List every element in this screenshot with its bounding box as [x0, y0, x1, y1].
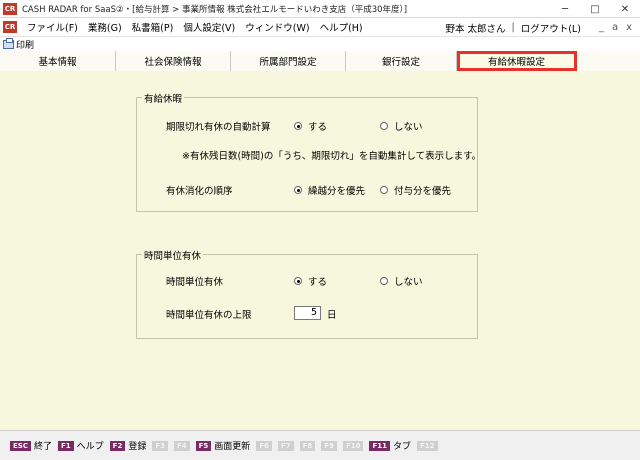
fkey-cap: F3: [152, 440, 168, 451]
tab-department-settings[interactable]: 所属部門設定: [231, 51, 346, 71]
auto-calc-label: 期限切れ有休の自動計算: [166, 122, 271, 133]
user-name: 野本 太郎さん: [445, 23, 506, 35]
toolbar: 印刷: [0, 37, 640, 51]
menu-file[interactable]: ファイル(F): [27, 20, 78, 34]
mdi-close-button[interactable]: x: [626, 22, 632, 33]
paid-leave-group-title: 有給休暇: [142, 91, 185, 105]
menu-separator: |: [511, 22, 515, 33]
paid-leave-group: 有給休暇 期限切れ有休の自動計算 する しない ※有休残日数(時間)の「うち、期…: [136, 91, 482, 212]
hourly-leave-group-title: 時間単位有休: [142, 248, 204, 262]
radio-checked-icon: [294, 186, 302, 194]
auto-calc-yes-label: する: [308, 122, 328, 133]
order-carryover-label: 繰越分を優先: [308, 186, 366, 197]
fkey-f2[interactable]: F2 登録: [109, 439, 147, 452]
fkey-label: 登録: [128, 442, 147, 452]
fkey-cap: F10: [342, 440, 364, 451]
app-logo-icon: CR: [3, 2, 17, 15]
print-label: 印刷: [16, 40, 35, 51]
fkey-label: 終了: [33, 442, 52, 452]
fkey-cap: F4: [173, 440, 190, 451]
fkey-cap: ESC: [10, 440, 31, 451]
radio-unchecked-icon: [380, 122, 388, 130]
tab-paid-leave-settings[interactable]: 有給休暇設定: [457, 51, 577, 71]
fkey-f8: F8: [299, 440, 316, 451]
radio-checked-icon: [294, 122, 302, 130]
hourly-limit-label: 時間単位有休の上限: [166, 310, 252, 321]
mdi-minimize-button[interactable]: _: [599, 22, 604, 33]
close-button[interactable]: ✕: [610, 0, 640, 18]
hourly-limit-input[interactable]: 5: [294, 306, 321, 320]
fkey-cap: F7: [277, 440, 294, 451]
tab-basic-info[interactable]: 基本情報: [0, 51, 116, 71]
minimize-button[interactable]: ─: [550, 0, 580, 18]
fkey-f5[interactable]: F5 画面更新: [195, 439, 251, 452]
menu-personal-settings[interactable]: 個人設定(V): [183, 20, 235, 34]
title-bar: CR CASH RADAR for SaaS②・[給与計算 > 事業所情報 株式…: [0, 0, 640, 18]
menu-bar: CR ファイル(F) 業務(G) 私書箱(P) 個人設定(V) ウィンドウ(W)…: [0, 18, 640, 37]
menu-mailbox[interactable]: 私書箱(P): [132, 20, 174, 34]
radio-unchecked-icon: [380, 277, 388, 285]
order-granted-label: 付与分を優先: [394, 186, 452, 197]
fkey-f7: F7: [277, 440, 294, 451]
tab-strip: 基本情報 社会保険情報 所属部門設定 銀行設定 有給休暇設定: [0, 51, 640, 71]
order-granted-radio[interactable]: 付与分を優先: [380, 183, 451, 197]
print-button[interactable]: 印刷: [0, 37, 35, 51]
mdi-restore-button[interactable]: a: [612, 22, 618, 33]
hourly-leave-group: 時間単位有休 時間単位有休 する しない 時間単位有休の上限 5 日: [136, 248, 478, 339]
hourly-yes-label: する: [308, 277, 328, 288]
fkey-f1[interactable]: F1 ヘルプ: [57, 439, 104, 452]
radio-unchecked-icon: [380, 186, 388, 194]
content-area: 有給休暇 期限切れ有休の自動計算 する しない ※有休残日数(時間)の「うち、期…: [0, 71, 640, 430]
menu-help[interactable]: ヘルプ(H): [320, 20, 363, 34]
auto-calc-no-radio[interactable]: しない: [380, 119, 423, 133]
auto-calc-note: ※有休残日数(時間)の「うち、期限切れ」を自動集計して表示します。: [182, 151, 482, 162]
fkey-f11[interactable]: F11 タブ: [369, 439, 411, 452]
restore-button[interactable]: □: [580, 0, 610, 18]
app-menu-icon[interactable]: CR: [3, 21, 17, 33]
fkey-cap: F2: [109, 440, 126, 451]
fkey-cap: F6: [256, 440, 272, 451]
function-key-bar: ESC 終了 F1 ヘルプ F2 登録 F3 F4 F5 画面更新 F6 F7 F8 F…: [0, 430, 640, 460]
fkey-label: タブ: [393, 442, 412, 452]
menu-right: 野本 太郎さん | ログアウト(L) _ a x: [445, 18, 632, 37]
consumption-order-label: 有休消化の順序: [166, 186, 233, 197]
tab-social-insurance[interactable]: 社会保険情報: [116, 51, 231, 71]
fkey-f4: F4: [173, 440, 190, 451]
tab-strip-filler: [577, 51, 640, 71]
fkey-label: 画面更新: [214, 442, 251, 452]
fkey-label: ヘルプ: [76, 442, 104, 452]
fkey-f12: F12: [417, 440, 438, 451]
tab-bank-settings[interactable]: 銀行設定: [346, 51, 457, 71]
radio-checked-icon: [294, 277, 302, 285]
fkey-cap: F8: [299, 440, 316, 451]
hourly-yes-radio[interactable]: する: [294, 274, 327, 288]
fkey-esc[interactable]: ESC 終了: [10, 439, 52, 452]
fkey-cap: F9: [321, 440, 337, 451]
fkey-cap: F1: [57, 440, 74, 451]
window-title: CASH RADAR for SaaS②・[給与計算 > 事業所情報 株式会社エ…: [22, 4, 408, 15]
fkey-cap: F11: [369, 440, 390, 451]
fkey-cap: F12: [417, 440, 438, 451]
auto-calc-no-label: しない: [394, 122, 423, 133]
logout-button[interactable]: ログアウト(L): [521, 21, 581, 35]
fkey-cap: F5: [195, 440, 212, 451]
window-controls: ─ □ ✕: [550, 0, 640, 18]
menu-business[interactable]: 業務(G): [88, 20, 122, 34]
fkey-f10: F10: [342, 440, 364, 451]
order-carryover-radio[interactable]: 繰越分を優先: [294, 183, 365, 197]
fkey-f3: F3: [152, 440, 168, 451]
fkey-f6: F6: [256, 440, 272, 451]
fkey-f9: F9: [321, 440, 337, 451]
menu-window[interactable]: ウィンドウ(W): [245, 20, 309, 34]
hourly-limit-unit: 日: [327, 310, 337, 321]
hourly-leave-label: 時間単位有休: [166, 277, 224, 288]
hourly-no-label: しない: [394, 277, 423, 288]
printer-icon: [3, 37, 14, 49]
auto-calc-yes-radio[interactable]: する: [294, 119, 327, 133]
hourly-no-radio[interactable]: しない: [380, 274, 423, 288]
